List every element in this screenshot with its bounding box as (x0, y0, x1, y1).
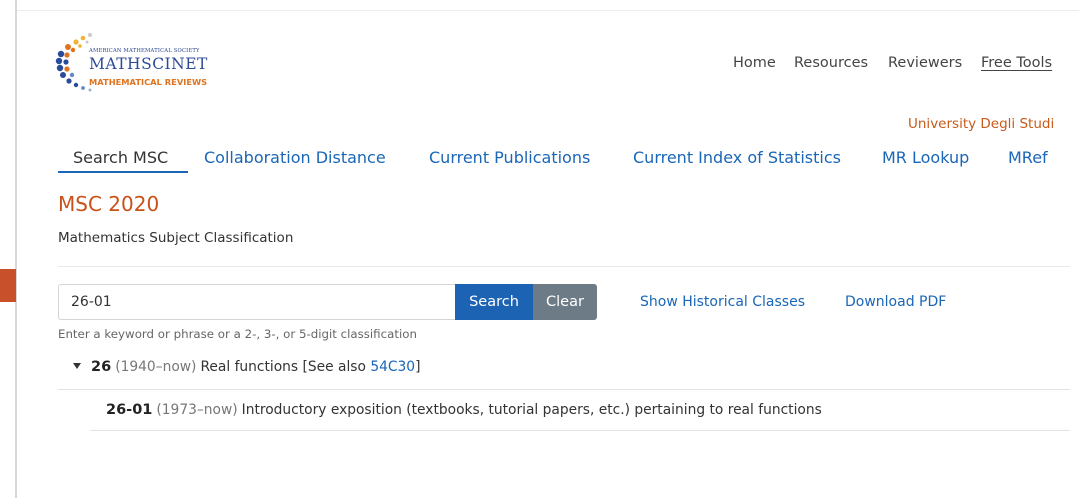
show-historical-classes-link[interactable]: Show Historical Classes (640, 294, 805, 310)
download-pdf-link[interactable]: Download PDF (845, 294, 946, 310)
tab-current-index-of-statistics[interactable]: Current Index of Statistics (633, 148, 841, 167)
tab-current-publications[interactable]: Current Publications (429, 148, 590, 167)
classification-row-child[interactable]: 26-01 (1973–now) Introductory exposition (… (106, 402, 822, 418)
tab-collaboration-distance[interactable]: Collaboration Distance (204, 148, 386, 167)
caret-down-icon[interactable] (73, 362, 81, 369)
classification-years: (1940–now) (115, 359, 197, 375)
divider (58, 389, 1070, 390)
classification-code: 26 (91, 359, 112, 375)
left-border (15, 0, 17, 498)
nav-resources[interactable]: Resources (794, 55, 868, 71)
tab-mr-lookup[interactable]: MR Lookup (882, 148, 969, 167)
search-button[interactable]: Search (455, 284, 533, 320)
logo-dots-icon (55, 33, 92, 92)
tab-search-msc[interactable]: Search MSC (73, 148, 168, 167)
logo-subtitle: MATHEMATICAL REVIEWS (89, 77, 208, 87)
logo-society-text: AMERICAN MATHEMATICAL SOCIETY (89, 48, 200, 54)
tab-mref[interactable]: MRef (1008, 148, 1048, 167)
frame-top-border (17, 10, 1079, 11)
page-subtitle: Mathematics Subject Classification (58, 230, 294, 246)
active-tab-indicator (58, 171, 188, 173)
divider (90, 430, 1070, 431)
search-helper-text: Enter a keyword or phrase or a 2-, 3-, o… (58, 327, 417, 341)
search-input[interactable] (58, 284, 455, 320)
mathscinet-logo[interactable]: AMERICAN MATHEMATICAL SOCIETY MATHSCINET… (52, 28, 242, 100)
description-text: Real functions [See also (200, 359, 371, 375)
classification-years: (1973–now) (156, 402, 238, 418)
nav-free-tools[interactable]: Free Tools (981, 55, 1052, 71)
side-marker (0, 269, 16, 302)
nav-home[interactable]: Home (733, 55, 776, 71)
logo-title: MATHSCINET (89, 55, 208, 73)
nav-reviewers[interactable]: Reviewers (888, 55, 962, 71)
classification-code: 26-01 (106, 402, 153, 418)
classification-description: Introductory exposition (textbooks, tuto… (241, 402, 822, 418)
institution-name[interactable]: University Degli Studi (908, 116, 1054, 132)
see-also-link[interactable]: 54C30 (370, 359, 415, 375)
classification-description: Real functions [See also 54C30] (200, 359, 420, 375)
classification-row-parent[interactable]: 26 (1940–now) Real functions [See also 54C… (73, 359, 420, 379)
divider (58, 266, 1070, 267)
page-title: MSC 2020 (58, 192, 160, 216)
description-close: ] (415, 359, 421, 375)
clear-button[interactable]: Clear (533, 284, 597, 320)
